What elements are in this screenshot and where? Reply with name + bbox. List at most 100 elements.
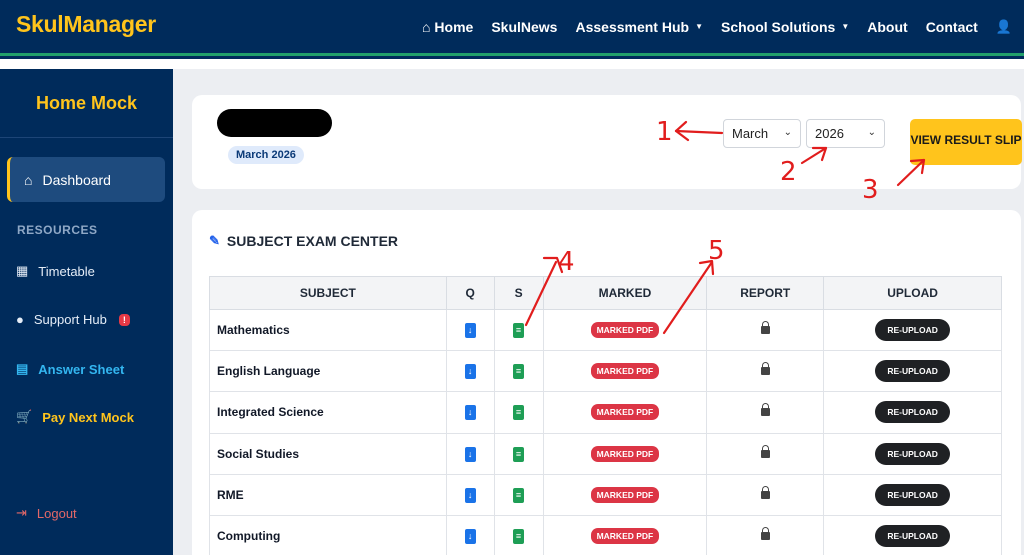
nav-assessment-hub-label: Assessment Hub <box>575 18 690 35</box>
table-row: RME ↓ ≡ MARKED PDF RE-UPLOAD <box>209 473 1002 516</box>
nav-school-solutions[interactable]: School Solutions ▼ <box>721 19 849 35</box>
sidebar-item-label: Dashboard <box>42 171 111 188</box>
cart-icon: 🛒 <box>16 409 33 424</box>
download-question-icon[interactable]: ↓ <box>464 364 476 380</box>
nav-spacer <box>0 59 1024 69</box>
solution-file-icon[interactable]: ≡ <box>513 323 525 339</box>
marked-pdf-button[interactable]: MARKED PDF <box>590 322 660 339</box>
year-select-value: 2026 <box>815 126 844 141</box>
exam-center-title: SUBJECT EXAM CENTER <box>226 233 399 249</box>
edit-icon: ✎ <box>209 233 220 248</box>
table-row: Mathematics ↓ ≡ MARKED PDF RE-UPLOAD <box>209 308 1002 352</box>
subject-cell: Computing <box>209 514 447 555</box>
subject-cell: RME <box>209 473 447 516</box>
period-chip: March 2026 <box>228 146 304 164</box>
table-row: Integrated Science ↓ ≡ MARKED PDF RE-UPL… <box>209 391 1002 434</box>
solution-file-icon[interactable]: ≡ <box>513 529 525 545</box>
support-alert-badge: ! <box>118 313 130 326</box>
sidebar-divider <box>0 137 173 138</box>
subject-cell: English Language <box>209 350 447 393</box>
month-select-value: March <box>732 126 769 141</box>
re-upload-button[interactable]: RE-UPLOAD <box>875 401 950 424</box>
table-row: Social Studies ↓ ≡ MARKED PDF RE-UPLOAD <box>209 432 1002 475</box>
sidebar-item-support-hub[interactable]: ● Support Hub ! <box>16 312 130 327</box>
lock-icon <box>760 321 770 335</box>
download-question-icon[interactable]: ↓ <box>464 323 476 339</box>
column-header: MARKED <box>542 276 708 310</box>
sidebar-item-dashboard[interactable]: ⌂ Dashboard <box>7 157 165 202</box>
column-header: Q <box>445 276 495 310</box>
redacted-name <box>217 109 332 137</box>
chevron-down-icon: ⌄ <box>783 127 792 138</box>
sidebar-item-label: Logout <box>36 505 77 521</box>
sidebar-item-timetable[interactable]: ▦ Timetable <box>16 263 95 279</box>
exam-center-card: ✎ SUBJECT EXAM CENTER SUBJECT Q S MARKED… <box>192 210 1021 555</box>
year-select[interactable]: 2026 ⌄ <box>806 119 885 148</box>
download-question-icon[interactable]: ↓ <box>464 405 476 421</box>
re-upload-button[interactable]: RE-UPLOAD <box>875 442 950 465</box>
nav-skulnews[interactable]: SkulNews <box>491 19 557 35</box>
solution-file-icon[interactable]: ≡ <box>513 487 525 503</box>
nav-home[interactable]: ⌂ Home <box>422 19 473 35</box>
lock-icon <box>760 403 770 417</box>
brand-logo[interactable]: SkulManager <box>16 11 156 38</box>
marked-pdf-button[interactable]: MARKED PDF <box>590 445 660 462</box>
solution-file-icon[interactable]: ≡ <box>513 446 525 462</box>
table-header-row: SUBJECT Q S MARKED REPORT UPLOAD <box>209 276 1002 310</box>
home-icon: ⌂ <box>421 18 431 35</box>
sidebar-section-resources: RESOURCES <box>17 223 98 237</box>
view-result-slip-button[interactable]: VIEW RESULT SLIP <box>910 119 1022 165</box>
subject-cell: Integrated Science <box>209 391 447 434</box>
user-menu[interactable]: 👤 <box>996 19 1012 35</box>
nav-school-solutions-label: School Solutions <box>720 18 836 35</box>
lock-icon <box>760 444 770 458</box>
column-header: REPORT <box>706 276 825 310</box>
calendar-icon: ▦ <box>16 263 29 278</box>
nav-about[interactable]: About <box>867 19 907 35</box>
nav-contact[interactable]: Contact <box>926 19 978 35</box>
re-upload-button[interactable]: RE-UPLOAD <box>875 319 950 342</box>
re-upload-button[interactable]: RE-UPLOAD <box>875 483 950 506</box>
exam-center-heading: ✎ SUBJECT EXAM CENTER <box>209 233 398 249</box>
solution-file-icon[interactable]: ≡ <box>513 405 525 421</box>
logout-icon: ⇥ <box>16 505 27 520</box>
download-question-icon[interactable]: ↓ <box>464 487 476 503</box>
sidebar: Home Mock ⌂ Dashboard RESOURCES ▦ Timeta… <box>0 69 173 555</box>
sidebar-item-label: Timetable <box>38 263 95 279</box>
subject-cell: Mathematics <box>209 308 447 352</box>
caret-down-icon: ▼ <box>841 22 850 31</box>
sidebar-item-answer-sheet[interactable]: ▤ Answer Sheet <box>16 361 124 377</box>
download-question-icon[interactable]: ↓ <box>464 529 476 545</box>
lock-icon <box>760 485 770 499</box>
table-row: English Language ↓ ≡ MARKED PDF RE-UPLOA… <box>209 350 1002 393</box>
sidebar-item-label: Support Hub <box>33 312 107 327</box>
marked-pdf-button[interactable]: MARKED PDF <box>590 404 660 421</box>
marked-pdf-button[interactable]: MARKED PDF <box>590 486 660 503</box>
nav-assessment-hub[interactable]: Assessment Hub ▼ <box>575 19 703 35</box>
sidebar-item-logout[interactable]: ⇥ Logout <box>16 505 77 521</box>
sidebar-item-label: Pay Next Mock <box>42 409 134 425</box>
sidebar-item-label: Answer Sheet <box>38 361 125 377</box>
marked-pdf-button[interactable]: MARKED PDF <box>590 528 660 545</box>
nav-links: ⌂ Home SkulNews Assessment Hub ▼ School … <box>422 0 1012 53</box>
home-icon: ⌂ <box>24 171 33 188</box>
nav-home-label: Home <box>434 18 474 35</box>
month-select[interactable]: March ⌄ <box>723 119 801 148</box>
subject-cell: Social Studies <box>209 432 447 475</box>
sidebar-title: Home Mock <box>35 93 138 113</box>
header-card: March 2026 March ⌄ 2026 ⌄ VIEW RESULT SL… <box>192 95 1022 189</box>
table-row: Computing ↓ ≡ MARKED PDF RE-UPLOAD <box>209 514 1002 555</box>
download-question-icon[interactable]: ↓ <box>464 446 476 462</box>
file-icon: ▤ <box>16 361 29 376</box>
chevron-down-icon: ⌄ <box>867 127 876 138</box>
re-upload-button[interactable]: RE-UPLOAD <box>875 360 950 383</box>
marked-pdf-button[interactable]: MARKED PDF <box>590 363 660 380</box>
exam-table: SUBJECT Q S MARKED REPORT UPLOAD Mathema… <box>209 276 1002 555</box>
user-cog-icon: 👤 <box>995 18 1012 34</box>
re-upload-button[interactable]: RE-UPLOAD <box>875 525 950 548</box>
column-header: S <box>493 276 544 310</box>
chat-icon: ● <box>16 312 24 327</box>
solution-file-icon[interactable]: ≡ <box>513 364 525 380</box>
sidebar-item-pay-next-mock[interactable]: 🛒 Pay Next Mock <box>16 409 134 425</box>
column-header: SUBJECT <box>209 276 447 310</box>
